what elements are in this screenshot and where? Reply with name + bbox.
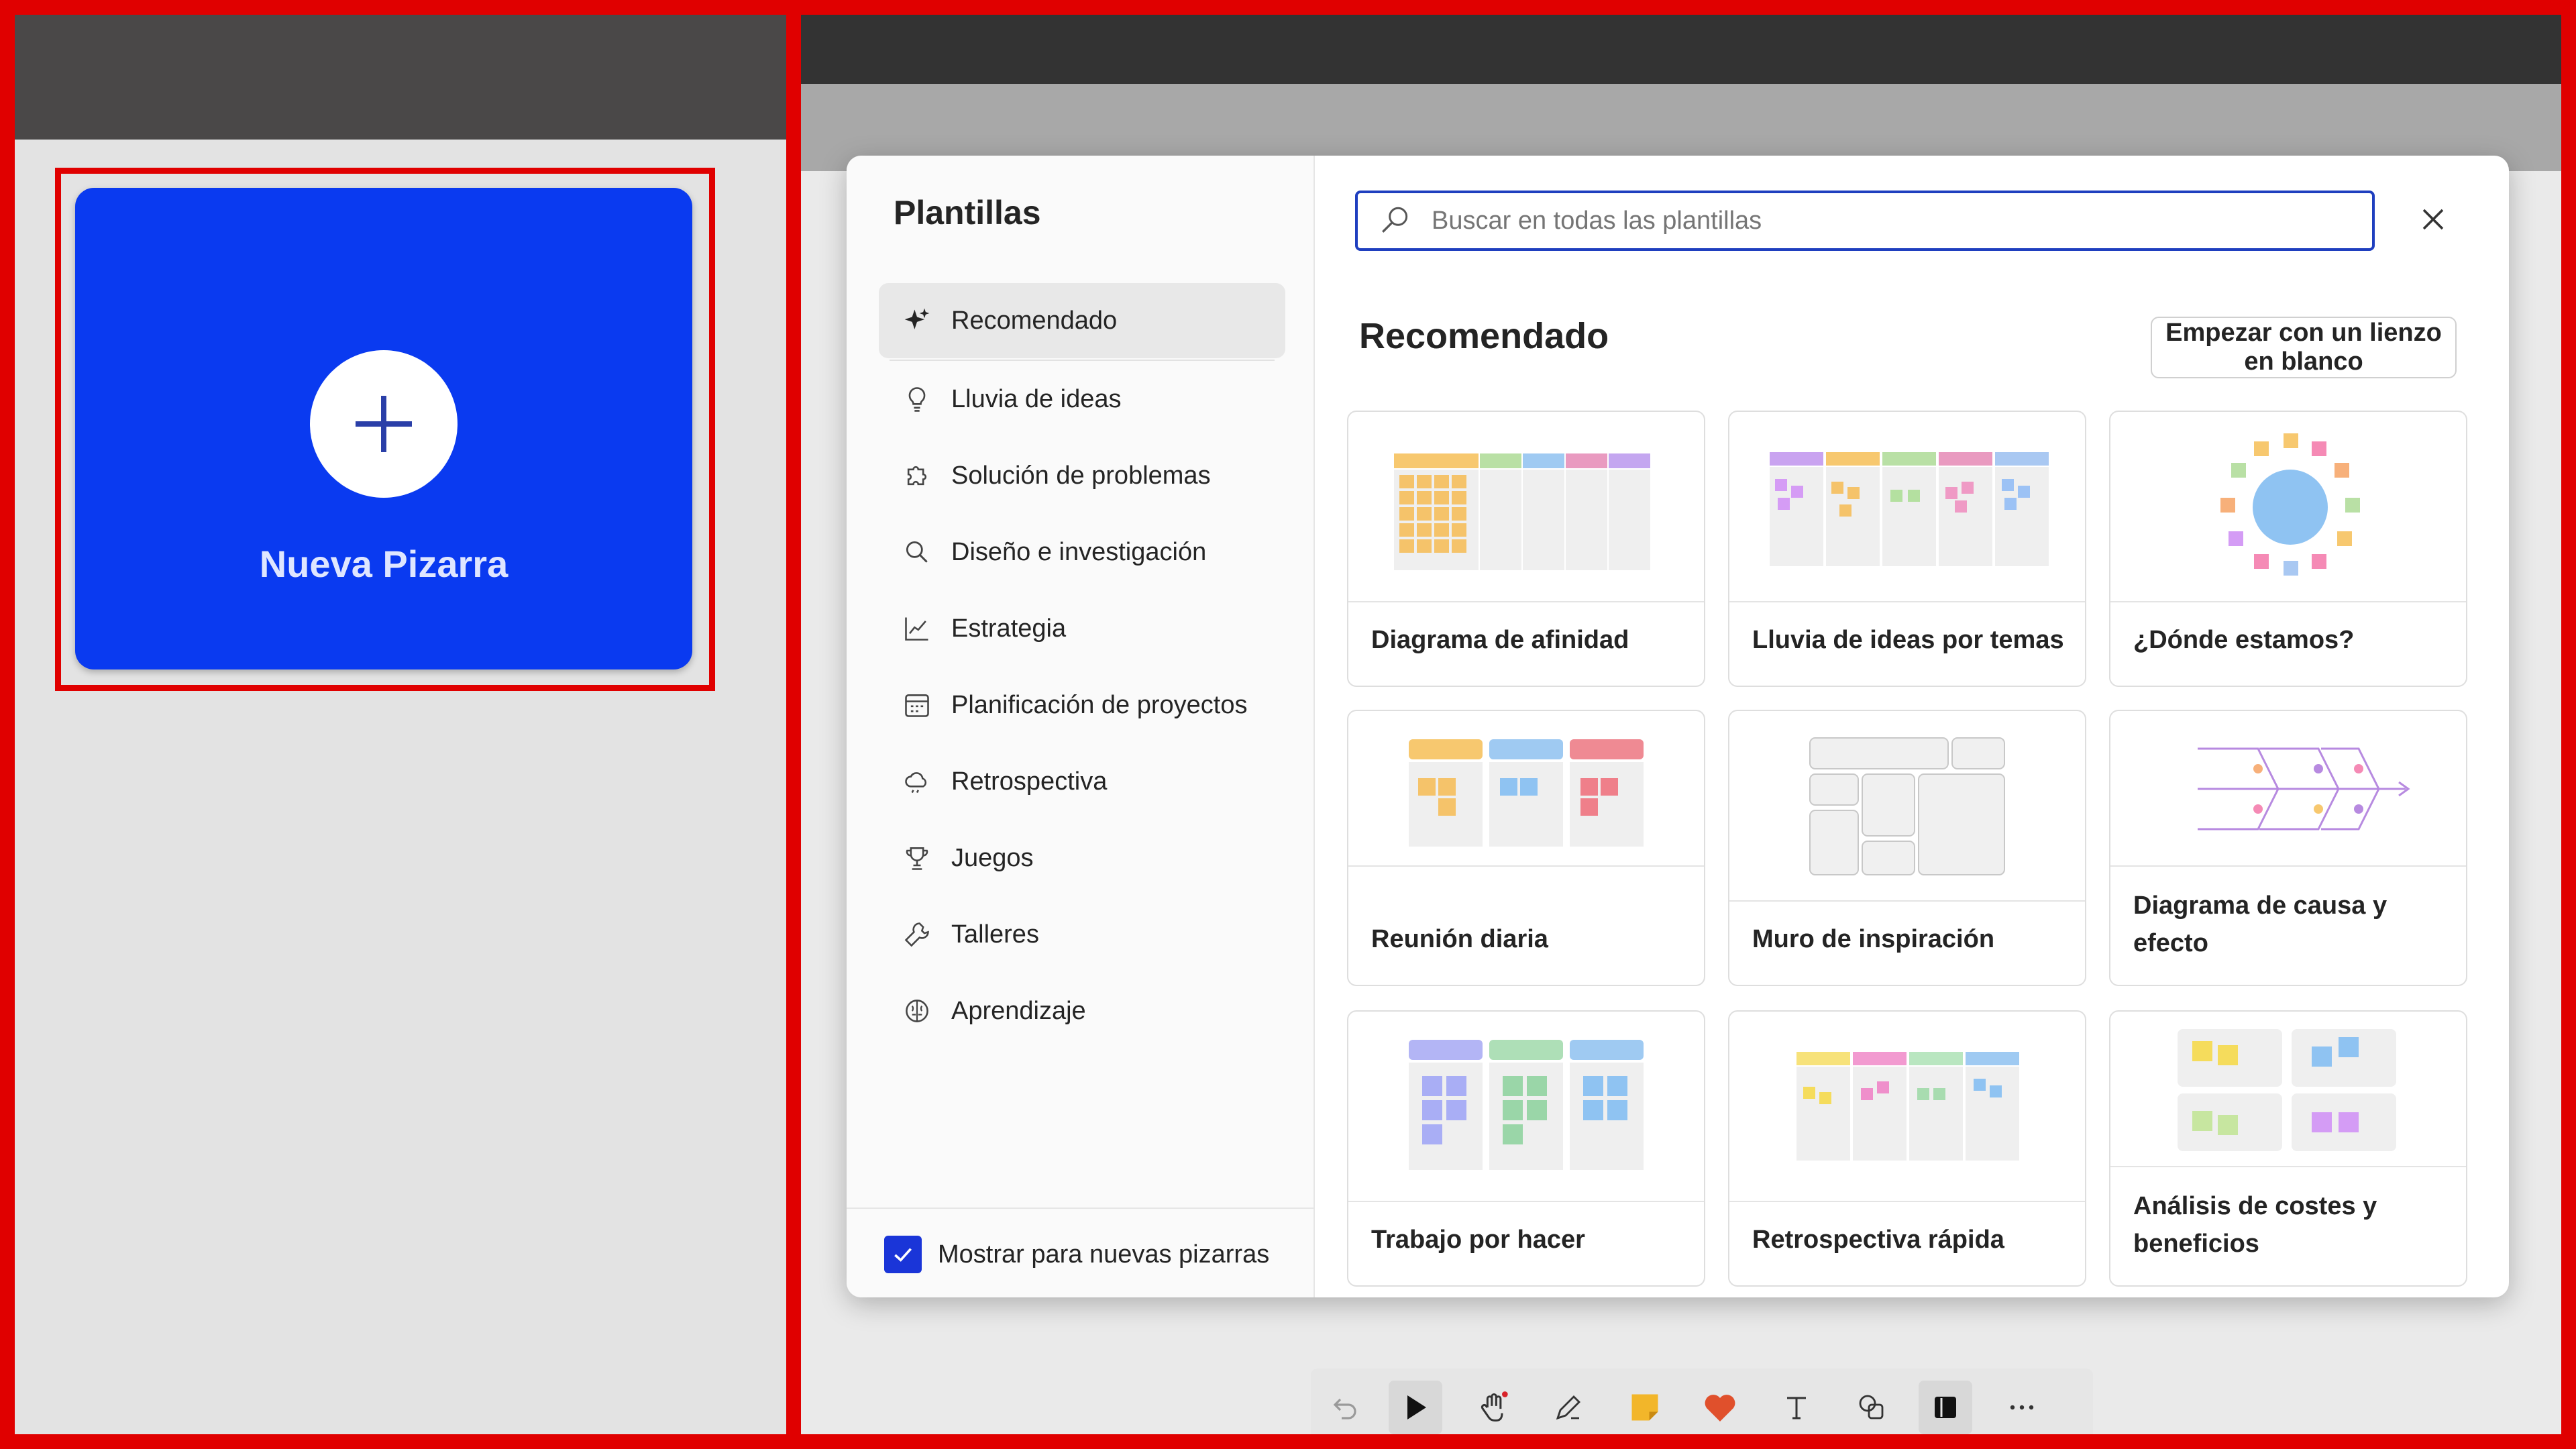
cause-effect-thumbnail <box>2110 711 2466 867</box>
nav-label: Retrospectiva <box>951 767 1108 796</box>
wrench-icon <box>900 918 934 951</box>
sticky-note-icon[interactable] <box>1618 1381 1672 1434</box>
show-for-new-boards-checkbox[interactable]: Mostrar para nuevas pizarras <box>884 1236 1269 1273</box>
text-icon[interactable] <box>1770 1381 1823 1434</box>
left-top-bar <box>15 15 786 140</box>
template-card-inspiration-wall[interactable]: Muro de inspiración <box>1728 710 2086 986</box>
template-search-box[interactable] <box>1355 191 2375 251</box>
nav-item-retrospectiva[interactable]: Retrospectiva <box>879 743 1285 820</box>
new-board-label: Nueva Pizarra <box>259 543 508 585</box>
template-card-daily-meeting[interactable]: Reunión diaria <box>1347 710 1705 986</box>
nav-item-diseno-investigacion[interactable]: Diseño e investigación <box>879 514 1285 590</box>
template-card-cause-effect[interactable]: Diagrama de causa y efecto <box>2109 710 2467 986</box>
nav-item-solucion-problemas[interactable]: Solución de problemas <box>879 437 1285 514</box>
quick-retro-thumbnail <box>1729 1012 2085 1202</box>
nav-item-planificacion[interactable]: Planificación de proyectos <box>879 667 1285 743</box>
nav-label: Aprendizaje <box>951 996 1086 1025</box>
template-label: Lluvia de ideas por temas <box>1752 626 2064 654</box>
template-card-affinity[interactable]: Diagrama de afinidad <box>1347 411 1705 687</box>
template-icon[interactable] <box>1919 1381 1972 1434</box>
template-label: Muro de inspiración <box>1752 925 1995 953</box>
screenshot-frame: Nueva Pizarra Plantillas Recomendado Llu… <box>0 0 2576 1449</box>
templates-sidebar: Plantillas Recomendado Lluvia de ideas S… <box>847 156 1315 1297</box>
more-icon[interactable] <box>1995 1381 2049 1434</box>
template-label: Reunión diaria <box>1371 925 1548 953</box>
template-label: ¿Dónde estamos? <box>2133 626 2355 654</box>
whiteboard-canvas: Plantillas Recomendado Lluvia de ideas S… <box>801 15 2561 1434</box>
section-title: Recomendado <box>1359 316 1609 356</box>
affinity-thumbnail <box>1348 412 1704 602</box>
category-nav: Recomendado Lluvia de ideas Solución de … <box>879 283 1285 1049</box>
nav-item-talleres[interactable]: Talleres <box>879 896 1285 973</box>
nav-item-recomendado[interactable]: Recomendado <box>879 283 1285 358</box>
nav-item-juegos[interactable]: Juegos <box>879 820 1285 896</box>
sidebar-divider <box>847 1208 1315 1209</box>
plus-icon <box>310 350 458 498</box>
template-label: Retrospectiva rápida <box>1752 1226 2004 1254</box>
nav-item-aprendizaje[interactable]: Aprendizaje <box>879 973 1285 1049</box>
select-pointer-icon[interactable] <box>1389 1381 1442 1434</box>
template-label: Trabajo por hacer <box>1371 1226 1585 1254</box>
nav-label: Talleres <box>951 920 1039 949</box>
inspiration-wall-thumbnail <box>1729 711 2085 902</box>
checkbox-checked-icon[interactable] <box>884 1236 922 1273</box>
chart-line-icon <box>900 612 934 645</box>
calendar-icon <box>900 688 934 722</box>
hand-icon[interactable] <box>1466 1381 1520 1434</box>
trophy-icon <box>900 841 934 875</box>
nav-label: Diseño e investigación <box>951 537 1207 566</box>
template-card-brainstorm-topics[interactable]: Lluvia de ideas por temas <box>1728 411 2086 687</box>
nav-item-estrategia[interactable]: Estrategia <box>879 590 1285 667</box>
search-icon <box>900 535 934 569</box>
checkbox-label: Mostrar para nuevas pizarras <box>938 1240 1270 1269</box>
template-label: Análisis de costes y beneficios <box>2133 1192 2377 1258</box>
brain-icon <box>900 994 934 1028</box>
new-board-button[interactable]: Nueva Pizarra <box>75 188 692 669</box>
templates-dialog: Plantillas Recomendado Lluvia de ideas S… <box>847 156 2509 1297</box>
cost-benefit-thumbnail <box>2110 1012 2466 1167</box>
puzzle-icon <box>900 459 934 492</box>
template-card-where-are-we[interactable]: ¿Dónde estamos? <box>2109 411 2467 687</box>
template-card-todo[interactable]: Trabajo por hacer <box>1347 1010 1705 1287</box>
nav-label: Planificación de proyectos <box>951 690 1248 719</box>
nav-label: Lluvia de ideas <box>951 384 1122 413</box>
sparkle-icon <box>900 304 934 337</box>
bottom-toolbar <box>1311 1368 2093 1434</box>
close-icon <box>2422 209 2444 230</box>
undo-icon[interactable] <box>1319 1381 1373 1434</box>
pen-icon[interactable] <box>1542 1381 1595 1434</box>
blank-canvas-button[interactable]: Empezar con un lienzo en blanco <box>2151 317 2457 378</box>
template-card-cost-benefit[interactable]: Análisis de costes y beneficios <box>2109 1010 2467 1287</box>
dialog-title: Plantillas <box>894 194 1041 231</box>
close-button[interactable] <box>2410 196 2457 243</box>
todo-thumbnail <box>1348 1012 1704 1202</box>
search-input[interactable] <box>1432 206 2304 235</box>
template-label: Diagrama de afinidad <box>1371 626 1629 654</box>
lightbulb-icon <box>900 382 934 416</box>
nav-item-lluvia-de-ideas[interactable]: Lluvia de ideas <box>879 361 1285 437</box>
shapes-icon[interactable] <box>1845 1381 1898 1434</box>
where-are-we-thumbnail <box>2110 412 2466 602</box>
nav-label: Juegos <box>951 843 1034 872</box>
cloud-icon <box>900 765 934 798</box>
template-label: Diagrama de causa y efecto <box>2133 892 2387 957</box>
heart-icon[interactable] <box>1693 1381 1747 1434</box>
daily-meeting-thumbnail <box>1348 711 1704 867</box>
brainstorm-thumbnail <box>1729 412 2085 602</box>
nav-label: Estrategia <box>951 614 1067 643</box>
nav-label: Recomendado <box>951 306 1118 335</box>
template-card-quick-retro[interactable]: Retrospectiva rápida <box>1728 1010 2086 1287</box>
nav-label: Solución de problemas <box>951 461 1211 490</box>
search-icon <box>1375 201 1415 241</box>
app-title-bar <box>801 15 2561 84</box>
